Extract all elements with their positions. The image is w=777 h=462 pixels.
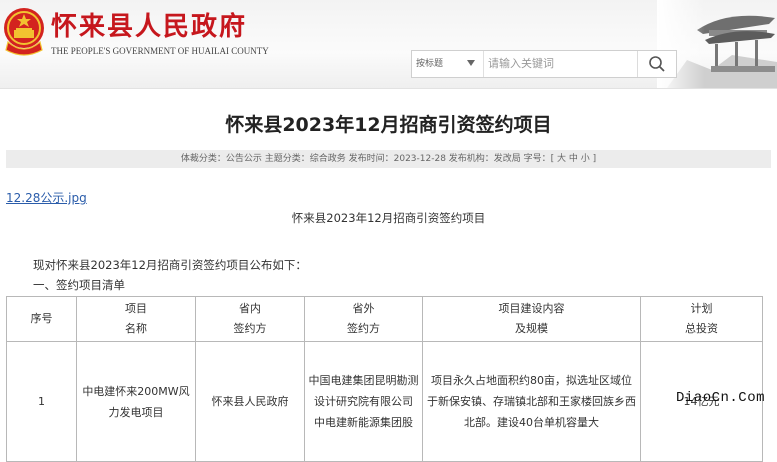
article-meta: 体裁分类：公告公示 主题分类：综合政务 发布时间：2023-12-28 发布机构… <box>6 150 771 168</box>
project-table: 序号 项目 名称 省内 签约方 省外 签约方 项目建设内容 及规模 计划 总投资 1 中电… <box>6 296 763 462</box>
search-button[interactable] <box>637 51 676 77</box>
watermark: DiaoCn.Com <box>676 390 766 406</box>
site-subtitle: THE PEOPLE'S GOVERNMENT OF HUAILAI COUNT… <box>51 46 269 56</box>
chevron-down-icon <box>467 60 475 66</box>
cell-in-province: 怀来县人民政府 <box>195 341 305 462</box>
search-input[interactable]: 请输入关键词 <box>488 51 638 77</box>
header-investment: 计划 总投资 <box>640 296 763 342</box>
header-in-province: 省内 签约方 <box>195 296 305 342</box>
header-out-province: 省外 签约方 <box>304 296 423 342</box>
national-emblem-icon <box>4 8 44 56</box>
header-no: 序号 <box>6 296 77 342</box>
attachment-link[interactable]: 12.28公示.jpg <box>6 189 87 206</box>
site-title: 怀来县人民政府 <box>51 12 248 42</box>
header-content: 项目建设内容 及规模 <box>422 296 641 342</box>
article-title: 怀来县2023年12月招商引资签约项目 <box>225 114 552 136</box>
cell-no: 1 <box>6 341 77 462</box>
cell-content: 项目永久占地面积约80亩，拟选址区域位于新保安镇、存瑞镇北部和王家楼回族乡西北部… <box>422 341 641 462</box>
search-bar: 按标题 请输入关键词 <box>411 50 677 78</box>
table-header-row: 序号 项目 名称 省内 签约方 省外 签约方 项目建设内容 及规模 计划 总投资 <box>6 296 763 342</box>
search-icon <box>649 56 665 72</box>
intro-paragraph: 现对怀来县2023年12月招商引资签约项目公布如下： <box>33 258 307 272</box>
search-scope-label: 按标题 <box>416 59 444 69</box>
table-row: 1 中电建怀来200MW风力发电项目 怀来县人民政府 中国电建集团昆明勘测设计研… <box>6 341 763 462</box>
search-scope-select[interactable]: 按标题 <box>412 51 484 77</box>
cell-name: 中电建怀来200MW风力发电项目 <box>76 341 196 462</box>
header-name: 项目 名称 <box>76 296 196 342</box>
cell-out-province: 中国电建集团昆明勘测设计研究院有限公司 中电建新能源集团股 <box>304 341 423 462</box>
site-header: 怀来县人民政府 THE PEOPLE'S GOVERNMENT OF HUAIL… <box>0 0 777 89</box>
section-heading: 一、签约项目清单 <box>33 278 125 292</box>
article-subtitle: 怀来县2023年12月招商引资签约项目 <box>291 211 486 225</box>
